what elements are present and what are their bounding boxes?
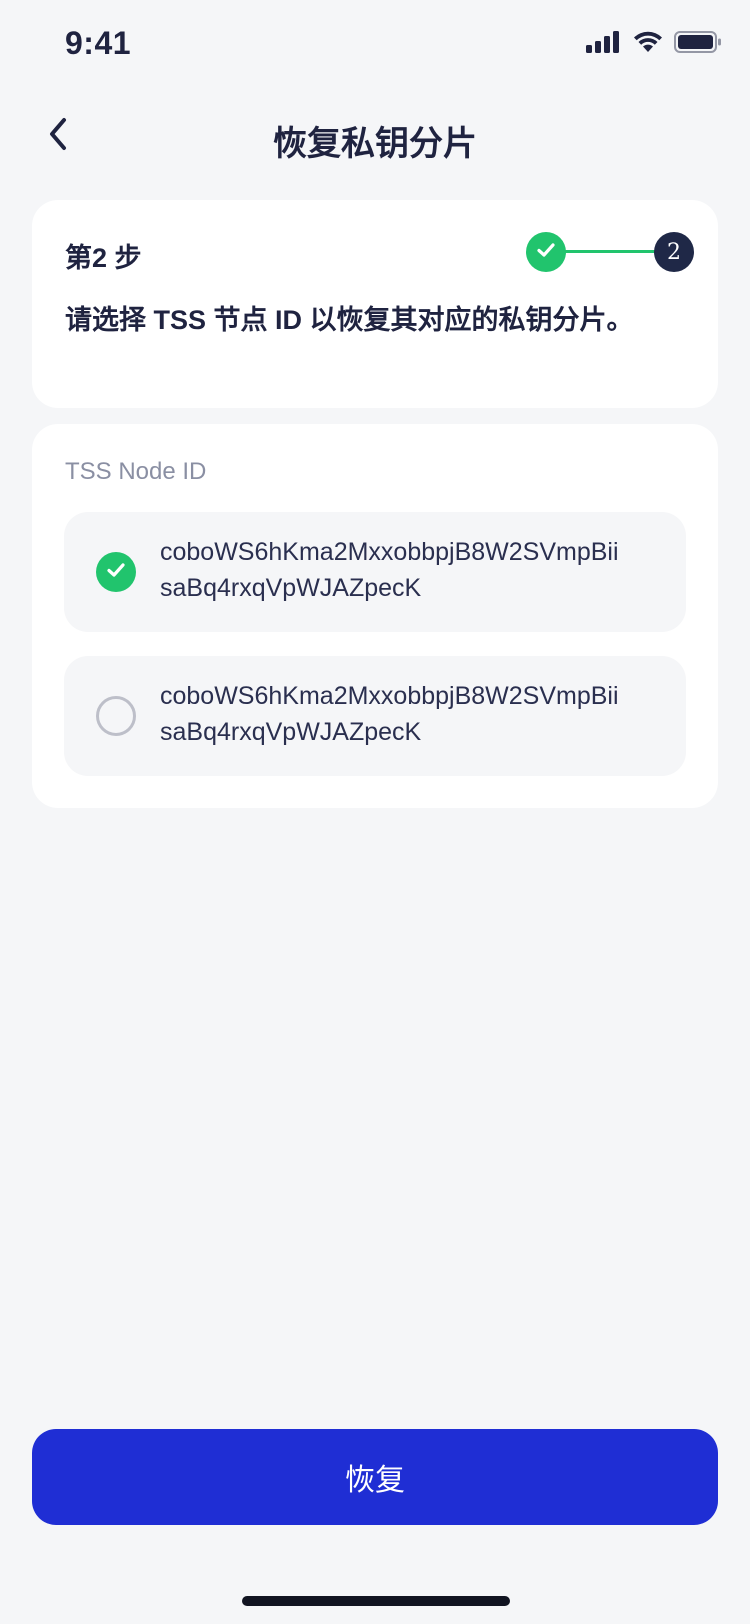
check-icon xyxy=(105,559,127,586)
progress-line xyxy=(562,250,662,253)
step-card: 第2 步 2 请选择 TSS 节点 ID 以恢复其对应的私钥分片。 xyxy=(32,200,718,408)
wifi-icon xyxy=(632,30,664,59)
radio-checked[interactable] xyxy=(96,552,136,592)
node-id-line: saBq4rxqVpWJAZpecK xyxy=(160,574,422,602)
node-option[interactable]: coboWS6hKma2MxxobbpjB8W2SVmpBii saBq4rxq… xyxy=(64,656,686,776)
node-option[interactable]: coboWS6hKma2MxxobbpjB8W2SVmpBii saBq4rxq… xyxy=(64,512,686,632)
step-progress: 2 xyxy=(526,232,694,272)
battery-icon xyxy=(674,30,722,59)
restore-button[interactable]: 恢复 xyxy=(32,1429,718,1525)
page-title: 恢复私钥分片 xyxy=(273,125,477,163)
status-time: 9:41 xyxy=(65,25,132,61)
nav-bar: 恢复私钥分片 xyxy=(0,100,750,172)
step-current-indicator: 2 xyxy=(654,232,694,272)
node-selection-card: TSS Node ID coboWS6hKma2MxxobbpjB8W2SVmp… xyxy=(32,424,718,808)
node-id-line: coboWS6hKma2MxxobbpjB8W2SVmpBii xyxy=(160,682,619,710)
step-label: 第2 步 xyxy=(65,243,142,273)
radio-unchecked[interactable] xyxy=(96,696,136,736)
node-id-line: saBq4rxqVpWJAZpecK xyxy=(160,718,422,746)
node-id-line: coboWS6hKma2MxxobbpjB8W2SVmpBii xyxy=(160,538,619,566)
check-icon xyxy=(535,239,557,266)
signal-icon xyxy=(586,30,622,59)
node-id: coboWS6hKma2MxxobbpjB8W2SVmpBii saBq4rxq… xyxy=(160,534,660,606)
node-id: coboWS6hKma2MxxobbpjB8W2SVmpBii saBq4rxq… xyxy=(160,678,660,750)
step-completed-indicator xyxy=(526,232,566,272)
node-list-label: TSS Node ID xyxy=(65,458,207,485)
status-icons xyxy=(586,30,722,59)
status-bar: 9:41 xyxy=(0,0,750,90)
step-description: 请选择 TSS 节点 ID 以恢复其对应的私钥分片。 xyxy=(65,305,634,335)
home-indicator xyxy=(242,1596,510,1606)
